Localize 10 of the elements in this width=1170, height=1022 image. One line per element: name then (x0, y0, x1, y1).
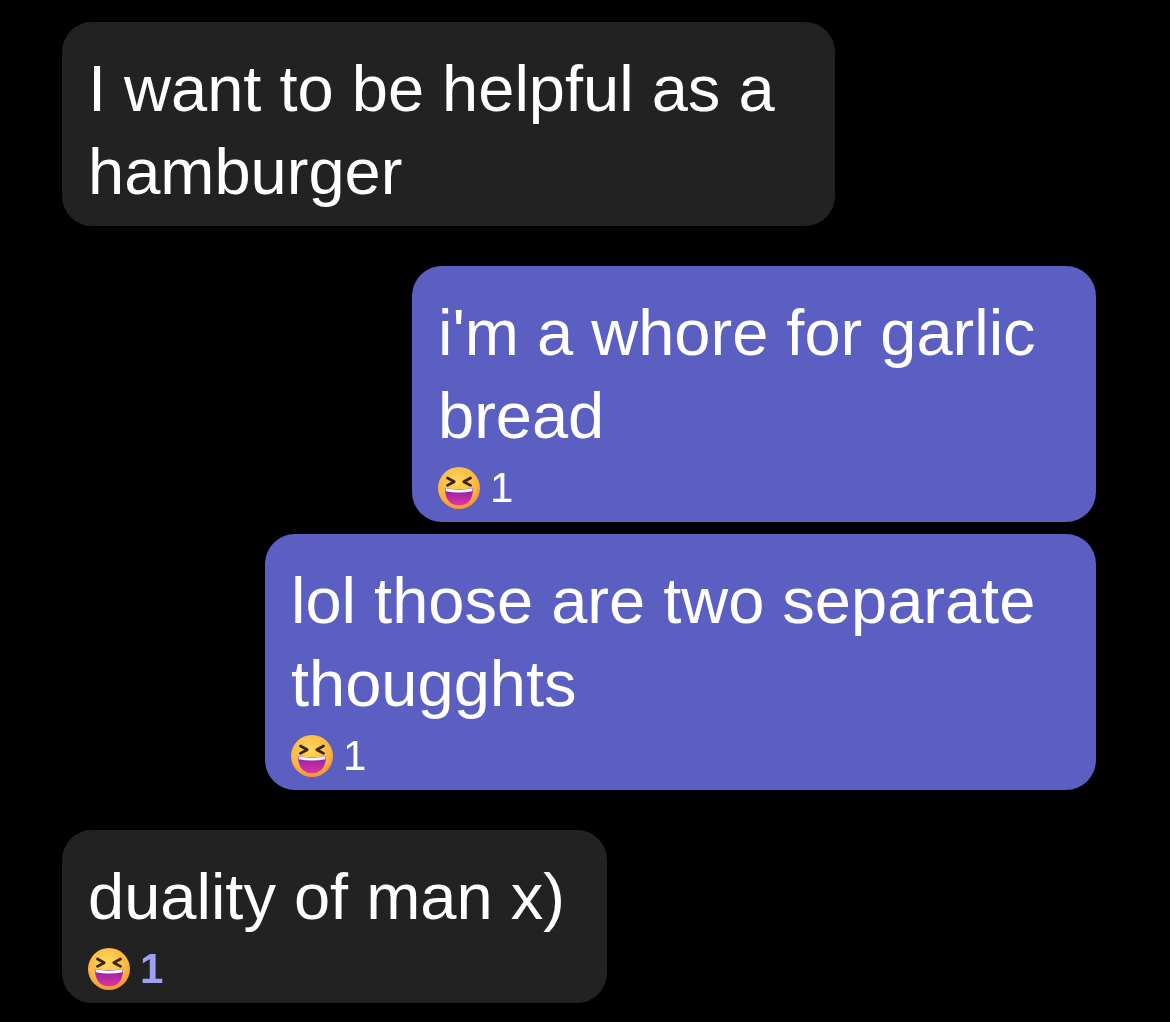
reaction-button[interactable]: 1 (438, 467, 514, 509)
laughing-face-icon (291, 735, 333, 777)
laughing-face-icon (438, 467, 480, 509)
message-text: i'm a whore for garlic bread (438, 295, 1037, 454)
laughing-face-icon (88, 948, 130, 990)
message-text: I want to be helpful as a hamburger (88, 51, 776, 210)
reaction-button[interactable]: 1 (88, 948, 164, 990)
message-text: lol those are two separate thougghts (291, 563, 1037, 722)
reaction-button[interactable]: 1 (291, 735, 367, 777)
message-text: duality of man x) (88, 859, 566, 935)
